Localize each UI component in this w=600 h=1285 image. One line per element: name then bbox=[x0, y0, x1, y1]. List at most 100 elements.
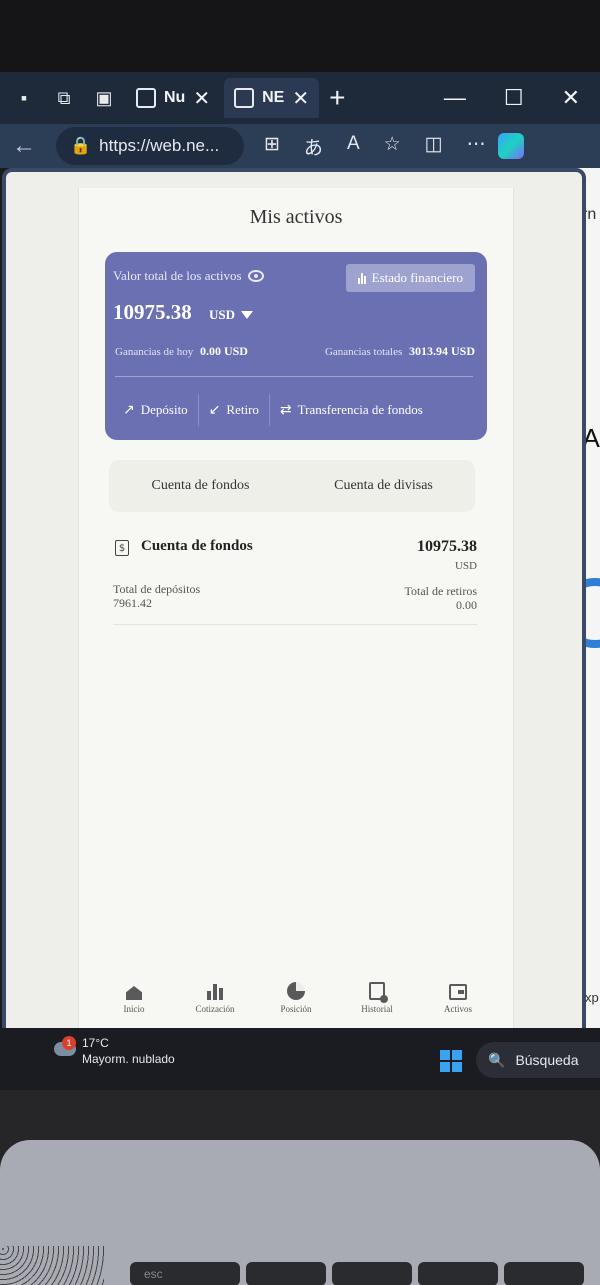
lock-icon[interactable]: 🔒 bbox=[70, 136, 91, 156]
total-earnings-value: 3013.94 USD bbox=[408, 344, 475, 358]
search-label: Búsqueda bbox=[515, 1052, 579, 1068]
address-bar[interactable]: 🔒 https://web.ne... bbox=[56, 127, 244, 165]
page-title: Mis activos bbox=[249, 206, 343, 228]
divider bbox=[115, 376, 473, 377]
tab-favicon-icon bbox=[136, 88, 156, 108]
total-assets-label: Valor total de los activos bbox=[113, 268, 242, 283]
keyboard-key bbox=[504, 1262, 584, 1285]
home-icon bbox=[125, 984, 143, 1000]
today-earnings-value: 0.00 USD bbox=[199, 344, 248, 358]
more-menu-icon[interactable]: ⋯ bbox=[467, 133, 486, 160]
withdraw-label: Retiro bbox=[226, 402, 259, 417]
favorite-star-icon[interactable]: ☆ bbox=[384, 133, 401, 160]
windows-start-icon[interactable] bbox=[440, 1050, 462, 1072]
close-tab-icon[interactable]: ✕ bbox=[193, 86, 210, 111]
wallet-icon bbox=[449, 984, 467, 1000]
bar-chart-icon bbox=[206, 984, 224, 1000]
nav-item-activos[interactable]: Activos bbox=[423, 984, 493, 1024]
esc-key: esc bbox=[130, 1262, 240, 1285]
photo-top-bezel bbox=[0, 0, 600, 75]
pie-chart-icon bbox=[287, 982, 305, 1000]
app-available-icon[interactable]: ⊞ bbox=[264, 133, 280, 160]
total-earnings: Ganancias totales 3013.94 USD bbox=[325, 344, 475, 359]
total-deposits-value: 7961.42 bbox=[113, 596, 152, 610]
nav-label: Activos bbox=[444, 1004, 472, 1014]
total-assets-label-row: Valor total de los activos bbox=[113, 268, 264, 284]
today-earnings-label: Ganancias de hoy bbox=[115, 346, 194, 358]
speaker-grille bbox=[0, 1246, 104, 1285]
nav-label: Inicio bbox=[123, 1004, 145, 1014]
nav-item-posicion[interactable]: Posición bbox=[261, 982, 331, 1024]
weather-widget[interactable]: 17°C Mayorm. nublado bbox=[82, 1035, 175, 1067]
url-text: https://web.ne... bbox=[99, 136, 220, 155]
nav-item-cotizacion[interactable]: Cotización bbox=[180, 984, 250, 1024]
tab-currency-account[interactable]: Cuenta de divisas bbox=[292, 460, 475, 512]
account-tabs: Cuenta de fondos Cuenta de divisas bbox=[109, 460, 475, 512]
fund-account-value: 10975.38 bbox=[417, 538, 477, 555]
currency-selector[interactable]: USD bbox=[209, 307, 254, 323]
toolbar-icons: ⊞ あ A ☆ ◫ ⋯ bbox=[264, 133, 486, 160]
eye-icon[interactable] bbox=[247, 270, 264, 282]
nav-label: Posición bbox=[280, 1004, 312, 1014]
caret-down-icon bbox=[241, 311, 254, 319]
total-deposits-label: Total de depósitos bbox=[113, 582, 201, 596]
transfer-label: Transferencia de fondos bbox=[297, 402, 423, 417]
transfer-icon: ⇄ bbox=[279, 402, 292, 418]
transfer-button[interactable]: ⇄ Transferencia de fondos bbox=[268, 394, 433, 426]
tab-nu[interactable]: Nu ✕ bbox=[126, 78, 220, 118]
minimize-icon[interactable]: — bbox=[444, 85, 466, 111]
translate-icon[interactable]: あ bbox=[304, 133, 323, 160]
browser-toolbar: ← 🔒 https://web.ne... ⊞ あ A ☆ ◫ ⋯ bbox=[0, 124, 600, 168]
temperature: 17°C bbox=[82, 1036, 109, 1050]
total-assets-card: Valor total de los activos Estado financ… bbox=[105, 252, 487, 440]
withdraw-icon: ↙ bbox=[208, 402, 221, 418]
read-aloud-icon[interactable]: A bbox=[347, 133, 360, 160]
maximize-icon[interactable]: ☐ bbox=[504, 85, 524, 111]
today-earnings: Ganancias de hoy 0.00 USD bbox=[115, 344, 248, 359]
split-screen-icon[interactable]: ◫ bbox=[425, 133, 443, 160]
nav-item-inicio[interactable]: Inicio bbox=[99, 984, 169, 1024]
bottom-nav: Inicio Cotización Posición Historial Act… bbox=[99, 982, 493, 1024]
workspaces-icon[interactable]: ⧉ bbox=[46, 80, 82, 116]
tab-fund-account[interactable]: Cuenta de fondos bbox=[109, 460, 292, 512]
taskbar-search[interactable]: 🔍 Búsqueda bbox=[476, 1042, 600, 1078]
asset-actions: ↗ Depósito ↙ Retiro ⇄ Transferencia de f… bbox=[113, 390, 479, 430]
close-tab-icon[interactable]: ✕ bbox=[292, 86, 309, 111]
bar-chart-icon bbox=[357, 272, 366, 284]
popup-window: Mis activos Valor total de los activos E… bbox=[2, 168, 586, 1038]
total-withdrawals-value: 0.00 bbox=[456, 598, 477, 612]
back-arrow-icon[interactable]: ← bbox=[12, 132, 44, 160]
tab-title: Nu bbox=[164, 89, 186, 106]
nav-label: Cotización bbox=[195, 1004, 235, 1014]
keyboard-key bbox=[418, 1262, 498, 1285]
total-withdrawals-label: Total de retiros bbox=[404, 584, 477, 598]
tab-ne[interactable]: NE ✕ bbox=[224, 78, 320, 118]
currency-label: USD bbox=[209, 307, 236, 322]
deposit-label: Depósito bbox=[140, 402, 188, 417]
tab-actions-icon[interactable]: ▣ bbox=[86, 80, 122, 116]
new-tab-icon[interactable]: + bbox=[329, 82, 345, 114]
weather-condition: Mayorm. nublado bbox=[82, 1052, 175, 1066]
total-earnings-label: Ganancias totales bbox=[324, 346, 403, 358]
tab-favicon-icon bbox=[234, 88, 255, 108]
assets-app: Mis activos Valor total de los activos E… bbox=[78, 188, 514, 1028]
financial-statement-button[interactable]: Estado financiero bbox=[345, 264, 475, 292]
tab-title: NE bbox=[262, 89, 285, 106]
fund-account-currency: USD bbox=[454, 560, 477, 572]
keyboard-key bbox=[332, 1262, 412, 1285]
keyboard-key bbox=[246, 1262, 326, 1285]
profile-icon[interactable]: ▪ bbox=[6, 80, 42, 116]
window-controls: — ☐ ✕ bbox=[444, 85, 600, 111]
financial-statement-label: Estado financiero bbox=[371, 270, 463, 285]
fund-account-title: Cuenta de fondos bbox=[141, 538, 253, 554]
search-icon: 🔍 bbox=[488, 1051, 506, 1068]
total-assets-value: 10975.38 bbox=[113, 300, 192, 324]
dollar-icon: $ bbox=[115, 540, 129, 556]
copilot-icon[interactable] bbox=[497, 133, 524, 159]
nav-label: Historial bbox=[361, 1004, 393, 1014]
withdraw-button[interactable]: ↙ Retiro bbox=[197, 394, 269, 426]
close-window-icon[interactable]: ✕ bbox=[562, 85, 580, 111]
deposit-button[interactable]: ↗ Depósito bbox=[113, 394, 198, 426]
nav-item-historial[interactable]: Historial bbox=[342, 982, 412, 1024]
history-icon bbox=[368, 982, 388, 1003]
